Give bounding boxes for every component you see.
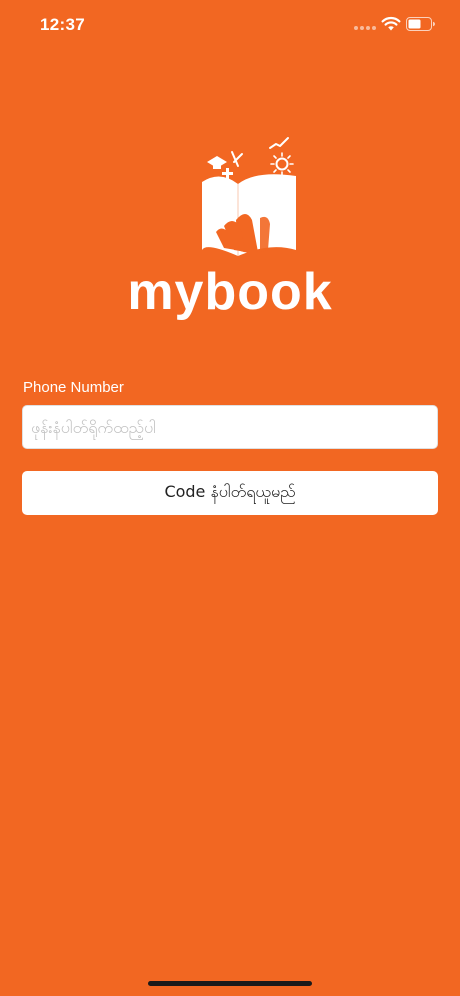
status-bar: 12:37: [0, 0, 460, 50]
mybook-logo: mybook: [120, 132, 340, 342]
phone-number-input[interactable]: [22, 405, 438, 449]
signal-dots-icon: [354, 26, 376, 32]
open-book-icon: [202, 137, 296, 256]
wifi-icon: [381, 16, 401, 31]
get-code-button[interactable]: Code နံပါတ်ရယူမည်: [22, 471, 438, 515]
phone-number-label: Phone Number: [23, 379, 124, 396]
battery-icon: [406, 17, 435, 31]
home-indicator: [148, 981, 312, 986]
status-time: 12:37: [40, 15, 85, 34]
logo-text: mybook: [127, 263, 333, 321]
